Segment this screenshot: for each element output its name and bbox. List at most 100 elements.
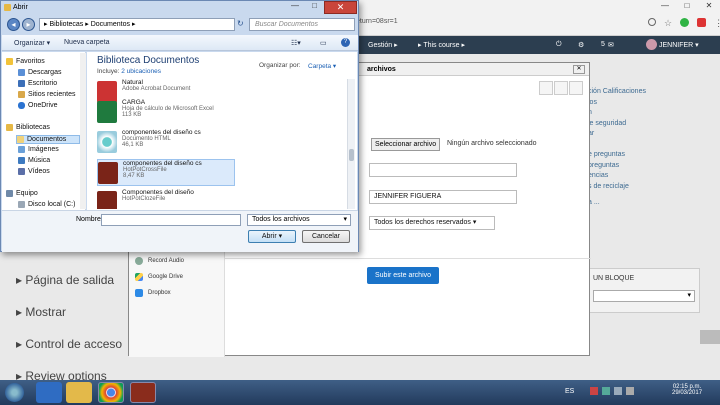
forward-icon[interactable]: ▸ <box>22 18 35 31</box>
language-indicator[interactable]: ES <box>565 388 574 395</box>
preview-pane-icon[interactable]: ▭ <box>320 39 327 47</box>
cancel-button[interactable]: Cancelar <box>302 230 350 243</box>
power-icon[interactable]: ⏻ <box>556 41 562 49</box>
nav-bibliotecas[interactable]: Bibliotecas <box>6 124 50 131</box>
nav-descargas[interactable]: Descargas <box>18 69 61 76</box>
side-link[interactable]: encias <box>588 172 720 183</box>
extension-red-icon[interactable] <box>697 18 707 27</box>
clock[interactable]: 02:15 p.m. 29/03/2017 <box>672 384 702 396</box>
nav-musica[interactable]: Música <box>18 157 50 164</box>
view-options-icon[interactable]: ☷▾ <box>291 39 301 47</box>
file-item[interactable]: CARGA Hoja de cálculo de Microsoft Excel 1… <box>97 99 235 126</box>
icons-view-icon[interactable] <box>539 81 553 95</box>
file-item[interactable]: Componentes del diseño HotPotClozeFile <box>97 189 235 209</box>
filetype-select[interactable]: Todos los archivos ▾ <box>247 214 351 226</box>
star-icon[interactable]: ☆ <box>664 18 672 29</box>
file-list-scrollbar[interactable] <box>347 79 355 209</box>
nav-imagenes[interactable]: Imágenes <box>18 146 59 153</box>
nav-equipo[interactable]: Equipo <box>6 190 38 197</box>
tray-volume-icon[interactable] <box>614 387 622 395</box>
author-field[interactable]: JENNIFER FIGUERA <box>369 190 517 204</box>
repo-label: Record Audio <box>148 258 185 264</box>
message-count[interactable]: 5 <box>601 41 605 48</box>
nav-favorites[interactable]: Favoritos <box>6 58 45 65</box>
license-value: Todos los derechos reservados <box>374 219 471 226</box>
mail-icon[interactable]: ✉ <box>608 41 614 49</box>
section-label: Página de salida <box>25 273 115 287</box>
nav-this-course[interactable]: ▸ This course ▸ <box>418 41 465 49</box>
menu-icon[interactable]: ⋮ <box>714 18 720 29</box>
filename-input[interactable] <box>101 214 241 226</box>
tree-view-icon[interactable] <box>569 81 583 95</box>
save-as-field[interactable] <box>369 163 517 177</box>
license-select[interactable]: Todos los derechos reservados ▾ <box>369 216 495 230</box>
tray-app-icon[interactable] <box>590 387 598 395</box>
help-icon[interactable]: ? <box>341 38 350 47</box>
nav-documentos[interactable]: Documentos <box>16 135 80 144</box>
repo-google-drive[interactable]: Google Drive <box>135 273 183 281</box>
tray-network-icon[interactable] <box>602 387 610 395</box>
gear-icon[interactable]: ⚙ <box>578 41 584 49</box>
side-link[interactable]: s de reciclaje <box>588 183 720 194</box>
open-button[interactable]: Abrir ▾ <box>248 230 296 243</box>
tray-flag-icon[interactable] <box>626 387 634 395</box>
locations-link[interactable]: 2 ubicaciones <box>121 68 161 75</box>
organize-button[interactable]: Organizar ▾ <box>14 39 50 47</box>
navigation-pane: Favoritos Descargas Escritorio Sitios re… <box>2 52 86 210</box>
nav-scrollbar[interactable] <box>80 53 86 209</box>
section-pagina-salida[interactable]: ▸ Página de salida <box>16 273 114 287</box>
scroll-top-button[interactable] <box>700 330 720 344</box>
side-link[interactable]: preguntas <box>588 162 720 173</box>
new-folder-button[interactable]: Nueva carpeta <box>64 39 110 46</box>
includes-label: Incluye: 2 ubicaciones <box>97 68 161 75</box>
address-bar[interactable]: ▸ Bibliotecas ▸ Documentos ▸ <box>39 18 235 31</box>
file-explorer-icon[interactable] <box>66 382 92 403</box>
nav-escritorio[interactable]: Escritorio <box>18 80 57 87</box>
choose-file-button[interactable]: Seleccionar archivo <box>371 138 441 151</box>
side-link[interactable]: a ... <box>588 199 720 210</box>
maximize-button[interactable]: □ <box>676 0 698 12</box>
scroll-thumb[interactable] <box>349 149 354 161</box>
add-block-select[interactable]: ▾ <box>593 290 695 302</box>
user-menu[interactable]: JENNIFER ▾ <box>659 41 699 49</box>
close-button[interactable]: ✕ <box>698 0 720 12</box>
side-link[interactable]: los <box>588 99 720 110</box>
key-icon[interactable] <box>648 18 656 26</box>
side-link[interactable]: le seguridad <box>588 120 720 131</box>
nav-disco-local[interactable]: Disco local (C:) <box>18 201 75 208</box>
minimize-button[interactable]: — <box>654 0 676 12</box>
internet-explorer-icon[interactable] <box>36 382 62 403</box>
close-button[interactable]: ✕ <box>324 1 357 14</box>
modal-close-icon[interactable]: ✕ <box>573 65 585 74</box>
star-icon <box>6 58 13 65</box>
nav-gestion[interactable]: Gestión ▸ <box>368 41 398 49</box>
minimize-button[interactable]: — <box>285 1 305 14</box>
file-item-selected[interactable]: componentes del diseño cs HotPotCrossFile… <box>97 159 235 186</box>
section-mostrar[interactable]: ▸ Mostrar <box>16 305 66 319</box>
extension-icon[interactable] <box>680 18 690 27</box>
repo-dropbox[interactable]: Dropbox <box>135 289 171 297</box>
back-icon[interactable]: ◂ <box>7 18 20 31</box>
chrome-icon[interactable] <box>98 382 124 403</box>
nav-label: Música <box>28 157 51 164</box>
refresh-icon[interactable]: ↻ <box>237 19 244 28</box>
hotpotatoes-icon[interactable] <box>130 382 156 403</box>
arrange-by-dropdown[interactable]: Carpeta ▾ <box>308 62 336 70</box>
open-label: Abrir <box>261 233 277 240</box>
nav-recientes[interactable]: Sitios recientes <box>18 91 75 98</box>
maximize-button[interactable]: □ <box>305 1 324 14</box>
side-link[interactable]: e preguntas <box>588 151 720 162</box>
file-item[interactable]: componentes del diseño cs Documento HTML 4… <box>97 129 235 156</box>
side-link[interactable]: ción Calificaciones <box>588 88 720 99</box>
list-view-icon[interactable] <box>554 81 568 95</box>
side-link[interactable]: ar <box>588 130 720 141</box>
section-control-acceso[interactable]: ▸ Control de acceso <box>16 337 122 351</box>
repo-record-audio[interactable]: Record Audio <box>135 257 184 265</box>
nav-videos[interactable]: Vídeos <box>18 168 50 175</box>
nav-onedrive[interactable]: OneDrive <box>18 102 58 109</box>
side-link[interactable]: n <box>588 109 720 120</box>
search-input[interactable]: Buscar Documentos <box>249 18 355 31</box>
upload-button[interactable]: Subir este archivo <box>367 267 439 284</box>
url-bar-text[interactable]: eturn=08sr=1 <box>356 18 398 25</box>
start-button[interactable] <box>5 383 24 402</box>
